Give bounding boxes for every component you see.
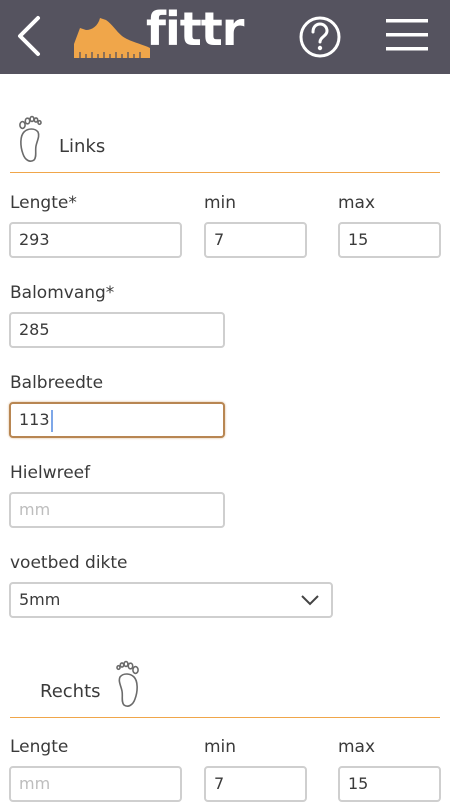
right-max-input[interactable]: 15 [338, 766, 441, 802]
lengte-input[interactable]: 293 [9, 222, 182, 258]
right-min-input[interactable]: 7 [204, 766, 307, 802]
chevron-down-icon [301, 595, 319, 606]
brand-name: fittr [146, 2, 244, 56]
right-min-label: min [204, 737, 237, 757]
balomvang-input[interactable]: 285 [9, 312, 225, 348]
help-icon[interactable] [298, 15, 342, 59]
max-input[interactable]: 15 [338, 222, 441, 258]
voetbed-dikte-select[interactable]: 5mm [9, 582, 333, 618]
balbreedte-input[interactable]: 113 [9, 402, 225, 438]
back-arrow-icon[interactable] [14, 14, 44, 58]
voetbed-dikte-value: 5mm [19, 590, 61, 609]
right-foot-section-header: Rechts [10, 657, 440, 718]
right-foot-title: Rechts [40, 681, 101, 702]
voetbed-dikte-label: voetbed dikte [10, 553, 128, 573]
min-label: min [204, 193, 237, 213]
right-max-label: max [338, 737, 376, 757]
text-cursor [50, 409, 53, 432]
lengte-label: Lengte* [10, 193, 77, 213]
hielwreef-label: Hielwreef [10, 463, 91, 483]
shoe-ruler-logo-icon [74, 18, 150, 58]
foot-icon [116, 660, 139, 707]
foot-icon [19, 115, 42, 162]
hielwreef-input[interactable]: mm [9, 492, 225, 528]
max-label: max [338, 193, 376, 213]
left-foot-title: Links [59, 136, 106, 157]
hamburger-menu-icon[interactable] [386, 17, 428, 53]
right-lengte-label: Lengte [10, 737, 69, 757]
balbreedte-label: Balbreedte [10, 373, 104, 393]
balbreedte-value: 113 [19, 410, 50, 429]
balomvang-label: Balomvang* [10, 283, 115, 303]
min-input[interactable]: 7 [204, 222, 307, 258]
right-lengte-input[interactable]: mm [9, 766, 182, 802]
top-app-bar: fittr [0, 0, 450, 74]
left-foot-section-header: Links [10, 112, 440, 173]
